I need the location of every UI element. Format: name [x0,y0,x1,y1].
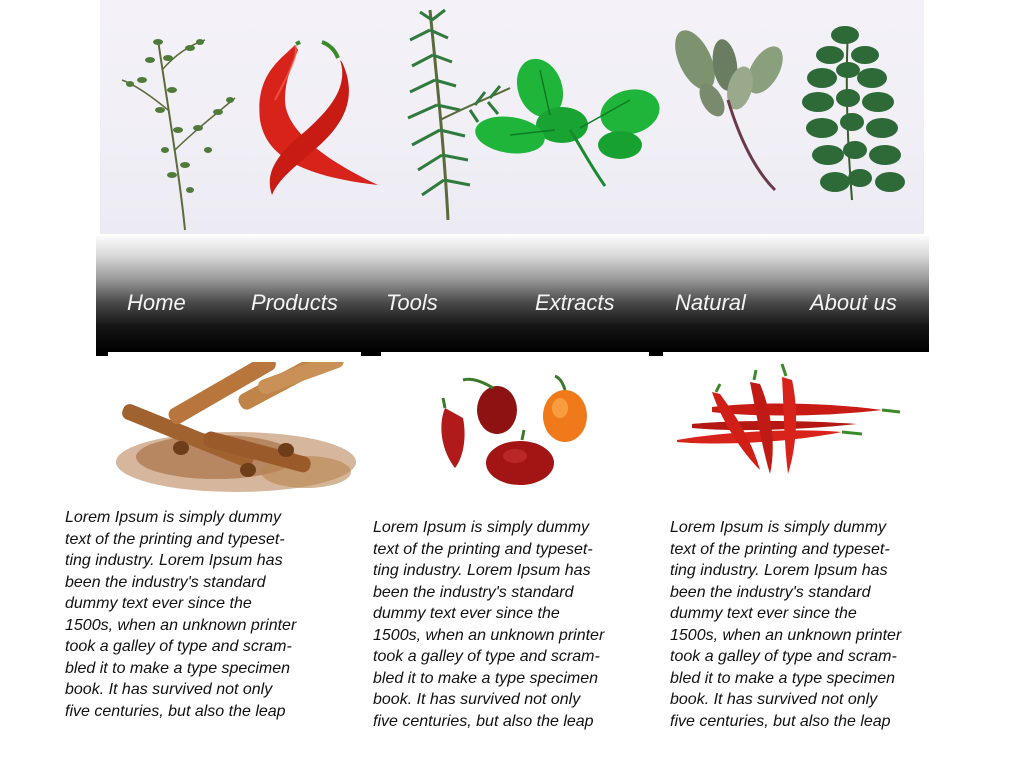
nav-tab-marker [96,352,108,356]
herb-banner-illustration [121,8,905,231]
description-line: Lorem Ipsum is simply dummy [373,519,590,536]
description-line: book. It has survived not only [373,691,581,708]
description-line: took a galley of type and scram- [65,638,292,655]
sage-image [675,30,783,192]
rosemary-image [407,8,511,221]
description-line: took a galley of type and scram- [373,648,600,665]
oregano-image [802,26,905,201]
product-description: Lorem Ipsum is simply dummy text of the … [670,517,940,732]
nav-about-us-link[interactable]: About us [810,290,897,320]
description-line: bled it to make a type specimen [670,669,896,687]
description-line: dummy text ever since the [373,605,560,622]
description-line: five centuries, but also the leap [65,702,286,720]
description-line: took a galley of type and scram- [670,648,897,665]
description-line: text of the printing and typeset- [65,530,285,548]
nav-home-link[interactable]: Home [127,290,186,320]
nav-tab-marker [361,352,381,356]
description-line: Lorem Ipsum is simply dummy [65,509,282,526]
description-line: ting industry. Lorem Ipsum has [373,562,591,579]
thyme-image [121,39,236,231]
chili-pair-image [259,40,378,195]
nav-tools-link[interactable]: Tools [386,290,438,320]
description-line: been the industry's standard [373,583,574,601]
description-line: dummy text ever since the [65,595,252,612]
herb-banner [100,0,924,234]
habanero-peppers-image[interactable] [425,368,595,498]
description-line: five centuries, but also the leap [670,712,891,730]
cinnamon-image[interactable] [106,347,362,500]
nav-tab-marker [649,352,663,356]
description-line: been the industry's standard [670,583,871,601]
description-line: Lorem Ipsum is simply dummy [670,519,887,536]
description-line: 1500s, when an unknown printer [373,626,605,644]
description-line: ting industry. Lorem Ipsum has [65,552,283,569]
main-nav: Home Products Tools Extracts Natural Abo… [96,234,929,352]
description-line: ting industry. Lorem Ipsum has [670,562,888,579]
product-description: Lorem Ipsum is simply dummy text of the … [373,517,643,732]
nav-extracts-link[interactable]: Extracts [535,290,614,320]
nav-natural-link[interactable]: Natural [675,290,746,320]
product-description: Lorem Ipsum is simply dummy text of the … [65,507,335,722]
description-line: text of the printing and typeset- [373,540,593,558]
description-line: book. It has survived not only [65,681,273,698]
basil-image [475,58,660,187]
description-line: 1500s, when an unknown printer [670,626,902,644]
nav-products-link[interactable]: Products [251,290,338,320]
description-line: text of the printing and typeset- [670,540,890,558]
description-line: been the industry's standard [65,573,266,591]
description-line: 1500s, when an unknown printer [65,616,297,634]
description-line: five centuries, but also the leap [373,712,594,730]
description-line: dummy text ever since the [670,605,857,622]
description-line: bled it to make a type specimen [65,659,291,677]
description-line: bled it to make a type specimen [373,669,599,687]
description-line: book. It has survived not only [670,691,878,708]
red-chili-peppers-image[interactable] [672,362,914,480]
